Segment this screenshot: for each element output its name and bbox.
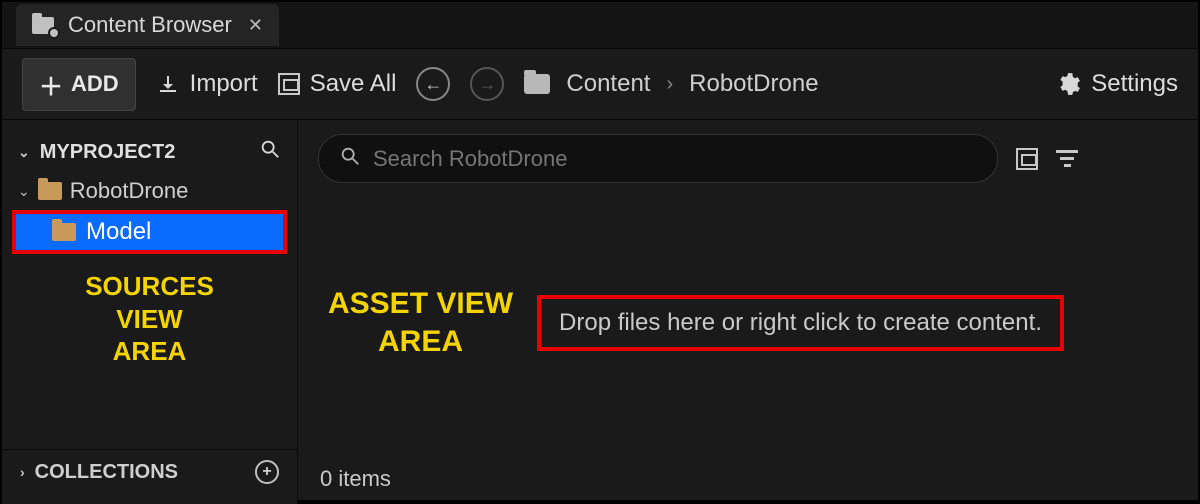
asset-toolbar [318,134,1178,183]
chevron-right-icon: › [20,464,25,480]
import-button[interactable]: Import [156,70,258,98]
asset-body[interactable]: ASSET VIEWAREA Drop files here or right … [318,183,1178,462]
breadcrumb: Content › RobotDrone [524,70,818,98]
annotation-asset-view: ASSET VIEWAREA [328,285,513,360]
status-bar: 0 items [318,462,1178,496]
tree-item-model[interactable]: Model [12,210,287,254]
collections-header[interactable]: › COLLECTIONS + [2,449,297,494]
search-input[interactable] [373,146,977,172]
asset-view-area: ASSET VIEWAREA Drop files here or right … [298,120,1198,504]
gear-icon [1055,71,1081,97]
close-icon[interactable]: ✕ [248,15,263,36]
settings-button[interactable]: Settings [1055,70,1178,98]
tab-content-browser[interactable]: Content Browser ✕ [16,4,279,46]
arrow-left-icon: ← [424,74,442,95]
project-label: MYPROJECT2 [40,141,176,164]
annotation-sources: SOURCESVIEWAREA [2,270,297,368]
chevron-down-icon: ⌄ [18,183,30,200]
folder-icon [524,74,550,94]
add-label: ADD [71,71,119,97]
chevron-down-icon: ⌄ [18,144,30,161]
collections-label: COLLECTIONS [35,461,178,484]
search-icon[interactable] [259,138,281,166]
folder-icon [52,223,76,241]
import-icon [156,72,180,96]
drop-hint: Drop files here or right click to create… [537,295,1064,351]
add-collection-button[interactable]: + [255,460,279,484]
tab-title: Content Browser [68,12,232,38]
tree-item-robotdrone[interactable]: ⌄ RobotDrone [2,174,297,208]
tree-item-label: Model [86,218,151,246]
plus-icon: + [262,463,271,481]
chevron-right-icon: › [666,73,673,96]
save-icon[interactable] [1016,148,1038,170]
save-all-label: Save All [310,70,397,98]
folder-icon [38,182,62,200]
project-header[interactable]: ⌄ MYPROJECT2 [2,130,297,174]
search-box[interactable] [318,134,998,183]
plus-icon: ＋ [39,67,63,102]
content-browser-panel: Content Browser ✕ ＋ ADD Import Save All … [0,0,1200,502]
tab-bar: Content Browser ✕ [2,2,1198,48]
nav-back-button[interactable]: ← [416,67,450,101]
sources-panel: ⌄ MYPROJECT2 ⌄ RobotDrone Model SOURCESV… [2,120,298,504]
breadcrumb-root[interactable]: Content [566,70,650,98]
filter-icon[interactable] [1056,150,1078,167]
nav-forward-button[interactable]: → [470,67,504,101]
import-label: Import [190,70,258,98]
add-button[interactable]: ＋ ADD [22,58,136,111]
save-icon [278,73,300,95]
content-browser-icon [32,14,58,36]
breadcrumb-current[interactable]: RobotDrone [689,70,818,98]
arrow-right-icon: → [478,74,496,95]
body: ⌄ MYPROJECT2 ⌄ RobotDrone Model SOURCESV… [2,120,1198,504]
tree-item-label: RobotDrone [70,178,189,204]
search-icon [339,145,361,172]
settings-label: Settings [1091,70,1178,98]
toolbar: ＋ ADD Import Save All ← → Content › Robo… [2,48,1198,120]
save-all-button[interactable]: Save All [278,70,397,98]
